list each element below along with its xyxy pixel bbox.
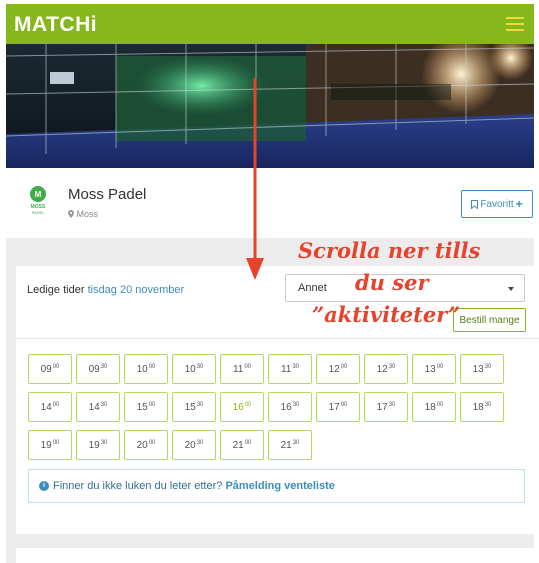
annotation-line-3: ”aktiviteter” [312,302,461,327]
annotation-line-2: du ser [355,270,429,295]
scroll-arrow-icon [246,78,264,280]
annotation-line-1: Scrolla ner tills [298,238,481,263]
